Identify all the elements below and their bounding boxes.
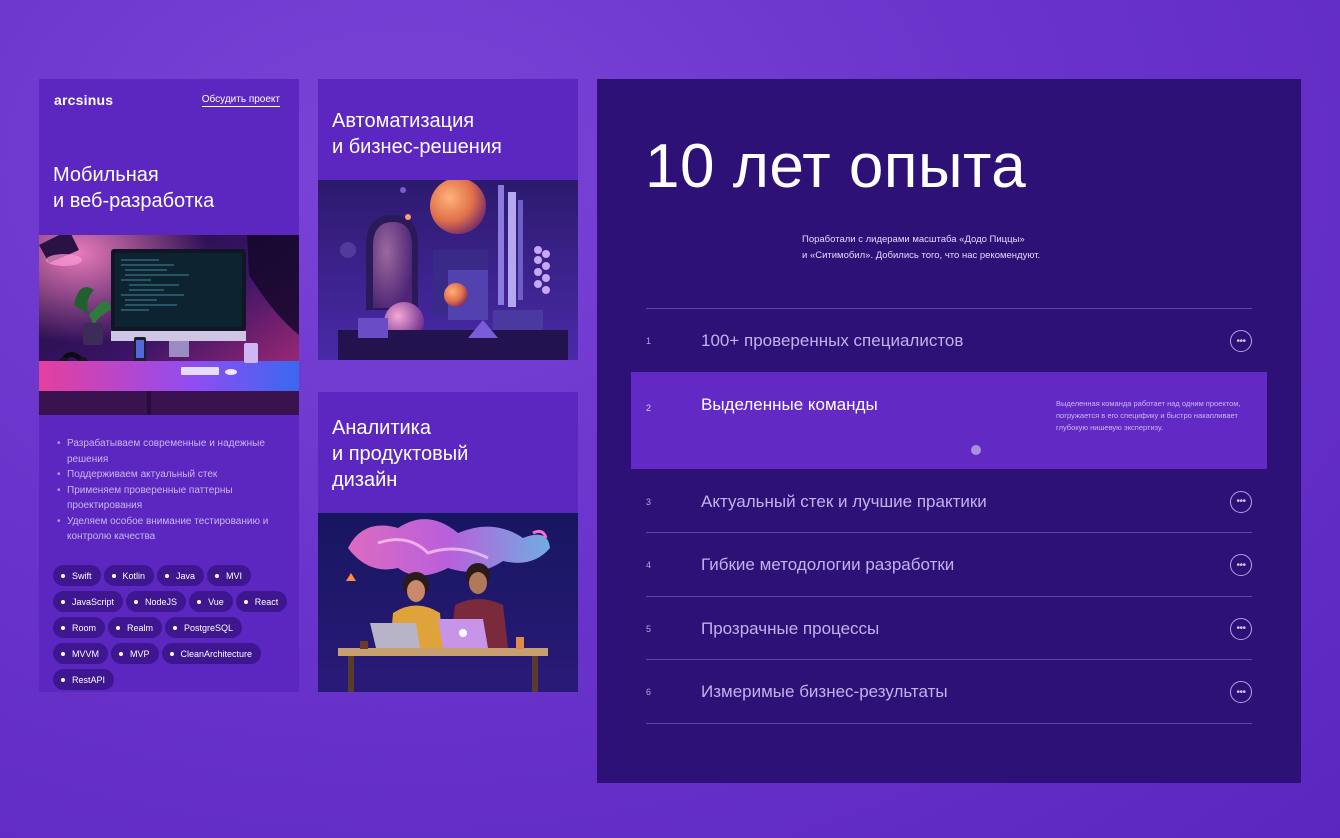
feature-description: Выделенная команда работает над одним пр… xyxy=(1056,398,1241,432)
tech-tag: React xyxy=(235,591,288,612)
tech-tag: PostgreSQL xyxy=(165,617,243,638)
experience-subtitle: Поработали с лидерами масштаба «Додо Пиц… xyxy=(802,234,1041,261)
feature-number: 6 xyxy=(646,687,652,697)
tech-tag: Realm xyxy=(108,617,163,638)
brand-logo[interactable]: arcsinus xyxy=(54,92,113,108)
feature-row[interactable]: 5 Прозрачные процессы ••• xyxy=(646,597,1252,660)
tech-tag: Java xyxy=(157,565,205,586)
feature-list: 1 100+ проверенных специалистов ••• 2 Вы… xyxy=(631,308,1267,724)
feature-row[interactable]: 1 100+ проверенных специалистов ••• xyxy=(646,309,1252,373)
feature-number: 4 xyxy=(646,560,652,570)
ellipsis-icon[interactable]: ••• xyxy=(1230,554,1252,576)
automation-heading: Автоматизация и бизнес-решения xyxy=(332,110,502,158)
cursor-dot-icon xyxy=(971,444,981,455)
feature-row-active[interactable]: 2 Выделенные команды Выделенная команда … xyxy=(631,371,1267,470)
tech-tag: Room xyxy=(53,617,106,638)
tech-tag: CleanArchitecture xyxy=(161,643,262,664)
list-item: Поддерживаем актуальный стек xyxy=(57,467,279,483)
ellipsis-icon[interactable]: ••• xyxy=(1230,617,1252,640)
list-item: Применяем проверенные паттерны проектиро… xyxy=(57,483,279,514)
people-laptops-illustration xyxy=(318,513,578,692)
automation-card: Автоматизация и бизнес-решения xyxy=(318,79,578,360)
experience-panel: 10 лет опыта Поработали с лидерами масшт… xyxy=(597,79,1301,783)
ellipsis-icon[interactable]: ••• xyxy=(1230,330,1252,352)
tech-tag: MVI xyxy=(207,565,252,586)
feature-number: 3 xyxy=(646,496,652,507)
tech-tags: Swift Kotlin Java MVI JavaScript NodeJS … xyxy=(53,565,293,690)
tech-tag: MVVM xyxy=(53,643,108,664)
list-item: Уделяем особое внимание тестированию и к… xyxy=(57,514,279,545)
tech-tag: MVP xyxy=(111,643,159,664)
workstation-illustration xyxy=(39,235,299,415)
feature-number: 2 xyxy=(646,402,652,413)
tech-tag: Swift xyxy=(53,565,101,586)
feature-row[interactable]: 6 Измеримые бизнес-результаты ••• xyxy=(646,660,1252,724)
list-item: Разрабатываем современные и надежные реш… xyxy=(57,436,279,467)
tech-tag: JavaScript xyxy=(53,591,124,612)
mobile-web-heading: Мобильная и веб-разработка xyxy=(53,164,215,212)
tech-tag: RestAPI xyxy=(53,669,115,690)
experience-title: 10 лет опыта xyxy=(645,132,1027,201)
ellipsis-icon[interactable]: ••• xyxy=(1230,681,1252,703)
analytics-heading: Аналитика и продуктовый дизайн xyxy=(332,417,469,491)
tech-tag: NodeJS xyxy=(126,591,187,612)
feature-number: 1 xyxy=(646,336,652,346)
tech-tag: Kotlin xyxy=(103,565,155,586)
tech-tag: Vue xyxy=(189,591,233,612)
ellipsis-icon[interactable]: ••• xyxy=(1230,490,1252,513)
feature-title: Актуальный стек и лучшие практики xyxy=(701,491,987,511)
discuss-project-link[interactable]: Обсудить проект xyxy=(201,94,280,107)
feature-title: Измеримые бизнес-результаты xyxy=(701,682,948,701)
mobile-web-card: arcsinus Обсудить проект Мобильная и веб… xyxy=(39,79,299,692)
feature-row[interactable]: 4 Гибкие методологии разработки ••• xyxy=(646,533,1252,597)
feature-title: Прозрачные процессы xyxy=(701,618,880,638)
feature-title: 100+ проверенных специалистов xyxy=(701,331,964,350)
services-list: Разрабатываем современные и надежные реш… xyxy=(57,436,279,545)
feature-title: Гибкие методологии разработки xyxy=(701,555,955,574)
abstract-shapes-illustration xyxy=(318,180,578,360)
feature-row[interactable]: 3 Актуальный стек и лучшие практики ••• xyxy=(646,470,1252,533)
analytics-card: Аналитика и продуктовый дизайн xyxy=(318,392,578,692)
feature-title: Выделенные команды xyxy=(701,394,878,414)
feature-number: 5 xyxy=(646,623,652,634)
